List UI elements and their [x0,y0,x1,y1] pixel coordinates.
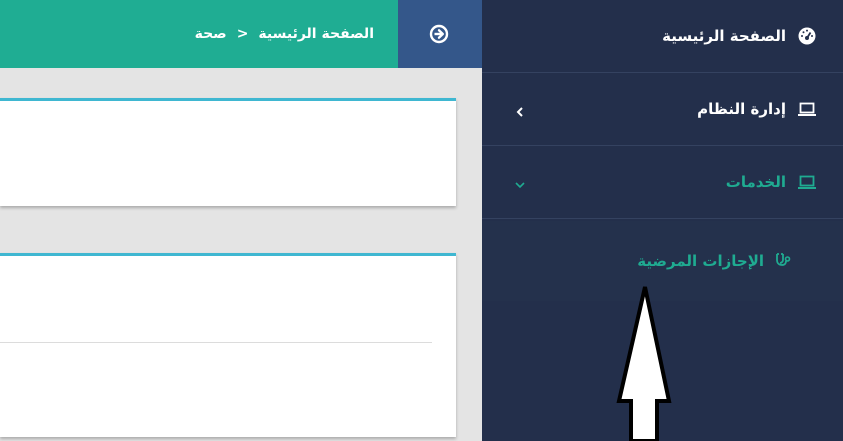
sidebar-item-system-admin[interactable]: إدارة النظام [482,73,843,146]
sidebar-item-label: إدارة النظام [697,100,786,118]
content-card [0,98,456,206]
breadcrumb-current: صحة [194,26,227,42]
sidebar-item-label: الخدمات [725,173,786,191]
annotation-arrow-icon [616,286,672,441]
app-root: الصفحة الرئيسية < صحة الصفحة الرئيسية إدار… [0,0,843,441]
top-bar: الصفحة الرئيسية < صحة [0,0,398,68]
stethoscope-icon [774,252,792,270]
chevron-left-icon [514,103,526,117]
arrow-circle-right-icon [429,24,449,44]
laptop-icon [797,99,817,119]
sidebar-toggle-button[interactable] [398,0,482,68]
breadcrumb: الصفحة الرئيسية < صحة [195,0,374,68]
laptop-icon [797,172,817,192]
breadcrumb-separator: < [236,26,249,42]
card-divider [0,342,432,343]
dashboard-icon [797,26,817,46]
chevron-down-icon [514,176,526,189]
sidebar-item-label: الصفحة الرئيسية [662,27,786,45]
sidebar-item-home[interactable]: الصفحة الرئيسية [482,0,843,73]
sidebar-item-services[interactable]: الخدمات [482,146,843,219]
sidebar-subitem-label: الإجازات المرضية [637,252,764,270]
content-card [0,253,456,437]
breadcrumb-home[interactable]: الصفحة الرئيسية [258,26,374,42]
